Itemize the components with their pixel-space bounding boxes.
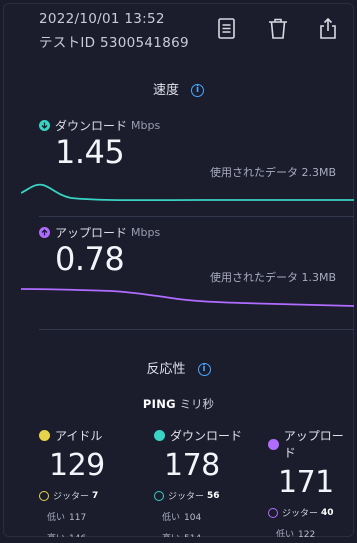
idle-high-value: 146 [69,534,86,537]
jitter-icon [39,490,49,501]
idle-high: 高い 146 [47,531,149,537]
upload-low: 低い 122 [276,527,354,537]
download-ping-value: 178 [164,448,220,483]
info-icon[interactable]: i [191,84,204,97]
upload-unit: Mbps [131,226,161,239]
download-label: ダウンロード [55,119,128,133]
ping-heading: PING ミリ秒 [3,396,354,412]
speed-section-title: 速度 i [3,79,354,98]
responsiveness-title: 反応性 [146,362,186,377]
download-speed-label: ダウンロード Mbps [39,117,160,134]
download-low-value: 104 [184,513,202,523]
download-low: 低い 104 [162,510,264,523]
info-icon[interactable]: i [197,363,211,376]
ping-unit: ミリ秒 [179,397,215,411]
download-high-value: 514 [184,534,201,537]
responsiveness-section-title: 反応性 i [3,358,354,377]
jitter-label: ジッター [168,492,205,502]
low-label: 低い [276,530,295,537]
download-speed-value: 1.45 [55,133,125,171]
test-datetime: 2022/10/01 13:52 [39,11,165,27]
upload-arrow-icon [39,227,50,238]
ping-download-column: ダウンロード 178 ジッター 56 低い104 高い 514 [154,427,264,537]
upload-label: アップロード [55,226,128,240]
jitter-label: ジッター [53,492,90,502]
low-label: 低い [162,513,181,523]
upload-jitter-value: 40 [321,507,334,518]
download-jitter-value: 56 [207,490,220,501]
upload-jitter: ジッター 40 [268,506,354,519]
download-graph-line [21,183,354,202]
upload-arrow-icon [268,438,279,450]
ping-idle-column: アイドル 129 ジッター 7 低い117 高い 146 [39,427,149,537]
divider [39,216,354,217]
idle-low-value: 117 [69,513,87,523]
speed-title: 速度 [152,83,179,98]
jitter-icon [154,490,164,501]
download-high: 高い 514 [162,531,264,537]
upload-ping-value: 171 [278,465,334,500]
low-label: 低い [47,513,66,523]
upload-speed-value: 0.78 [55,240,125,278]
idle-ping-value: 129 [49,448,105,483]
idle-label-row: アイドル [39,427,149,444]
download-arrow-icon [154,430,165,441]
download-graph [21,183,354,202]
upload-graph-line [21,288,354,307]
trash-icon[interactable] [267,17,289,41]
download-unit: Mbps [131,119,161,132]
document-icon[interactable] [216,17,238,41]
upload-low-value: 122 [298,530,316,537]
divider [39,329,354,330]
result-screen: 2022/10/01 13:52 テストID 5300541869 速度i ダ [3,3,354,537]
idle-icon [39,430,50,441]
test-id: テストID 5300541869 [39,35,189,51]
ping-label: PING [142,397,176,411]
ping-upload-column: アップロード 171 ジッター 40 低い122 高い489 [268,427,354,537]
header: 2022/10/01 13:52 テストID 5300541869 [3,3,354,67]
upload-graph [21,288,354,307]
download-ping-label-row: ダウンロード [154,427,264,444]
upload-ping-label: アップロード [283,429,344,460]
share-icon[interactable] [317,17,339,41]
idle-low: 低い 117 [47,510,149,523]
idle-jitter-value: 7 [92,490,99,501]
idle-label: アイドル [55,429,103,443]
high-label: 高い [47,534,65,537]
upload-speed-label: アップロード Mbps [39,224,160,241]
download-ping-label: ダウンロード [170,429,243,443]
jitter-label: ジッター [282,509,319,519]
upload-ping-label-row: アップロード [268,427,354,461]
jitter-icon [268,507,278,518]
download-jitter: ジッター 56 [154,489,264,502]
download-arrow-icon [39,120,50,131]
idle-jitter: ジッター 7 [39,489,149,502]
high-label: 高い [162,534,180,537]
